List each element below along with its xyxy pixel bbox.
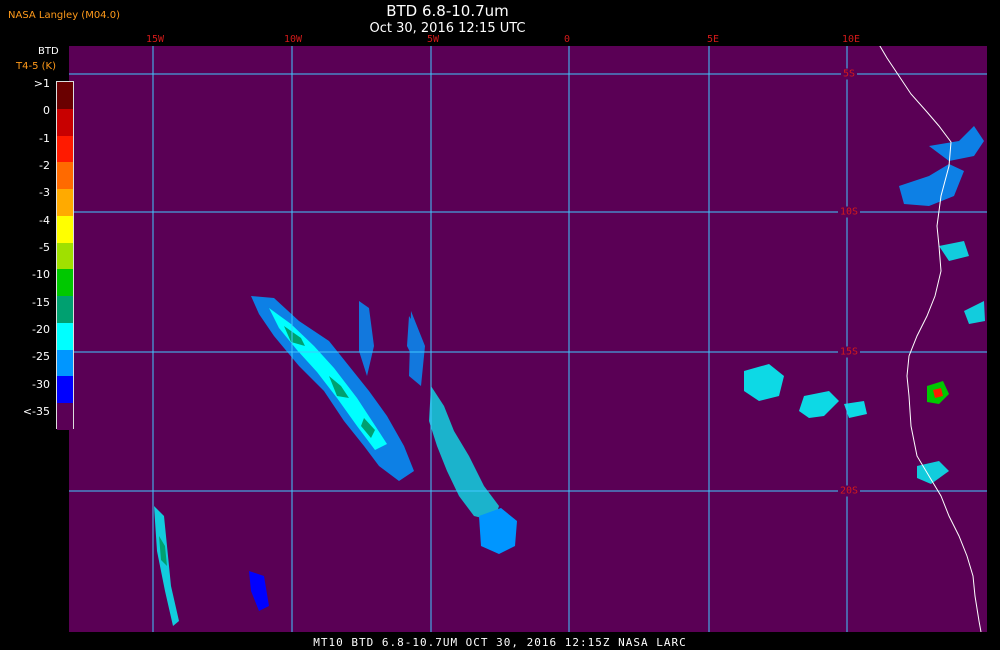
lon-label-15w: 15W [145, 34, 165, 45]
africa-coastline [879, 46, 982, 632]
lat-lon-grid [69, 46, 987, 632]
legend-label: -30 [32, 377, 50, 391]
lat-label-5s: 5S [841, 68, 858, 80]
cloud-coast-mid [939, 241, 985, 324]
legend-swatch [57, 322, 73, 350]
cloud-streaks-east [359, 301, 425, 386]
legend-swatch [57, 403, 73, 430]
legend-label: <-35 [22, 405, 50, 418]
lon-label-10e: 10E [841, 34, 861, 45]
lat-label-15s: 15S [838, 346, 861, 358]
legend-label: -10 [32, 268, 50, 282]
image-subtitle: Oct 30, 2016 12:15 UTC [369, 21, 526, 36]
legend-swatch [57, 242, 73, 270]
lat-label-20s: 20S [838, 485, 861, 497]
cloud-patch-east1 [744, 364, 784, 401]
legend-label: >1 [33, 77, 50, 90]
footer-caption: MT10 BTD 6.8-10.7UM OCT 30, 2016 12:15Z … [313, 636, 687, 649]
color-scale-bar [56, 81, 74, 430]
map-overlay [69, 46, 987, 632]
lon-label-5e: 5E [706, 34, 720, 45]
legend-label: -20 [32, 323, 50, 336]
legend-swatch [57, 376, 73, 404]
legend-swatch [57, 269, 73, 297]
legend-label: -5 [39, 241, 50, 254]
legend-units: T4-5 (K) [16, 61, 56, 72]
legend-swatch [57, 108, 73, 136]
lon-label-10w: 10W [283, 34, 303, 45]
legend-swatch [57, 135, 73, 163]
lon-label-0: 0 [563, 34, 571, 45]
legend-swatch [57, 349, 73, 377]
legend-swatch [57, 296, 73, 323]
cloud-plume-south [429, 386, 499, 521]
legend-label: -4 [39, 213, 50, 227]
lon-label-5w: 5W [426, 34, 440, 45]
legend-label: -25 [32, 350, 50, 364]
legend-title: BTD [38, 46, 59, 57]
cloud-patch-east2 [799, 391, 867, 418]
legend-label: -1 [39, 131, 50, 145]
legend-swatch [57, 82, 73, 109]
legend-label: -2 [39, 159, 50, 172]
legend-label: -3 [39, 186, 50, 200]
cloud-west-strip [154, 506, 179, 626]
legend-label: -15 [32, 295, 50, 309]
satellite-map [68, 46, 987, 632]
cloud-blob-south [479, 508, 517, 554]
lat-label-10s: 10S [838, 206, 861, 218]
cloud-patch-sw [249, 571, 269, 611]
image-title: BTD 6.8-10.7um [386, 2, 509, 20]
legend-swatch [57, 162, 73, 190]
legend-swatch [57, 215, 73, 243]
legend-label: 0 [43, 104, 50, 118]
legend-swatch [57, 189, 73, 216]
